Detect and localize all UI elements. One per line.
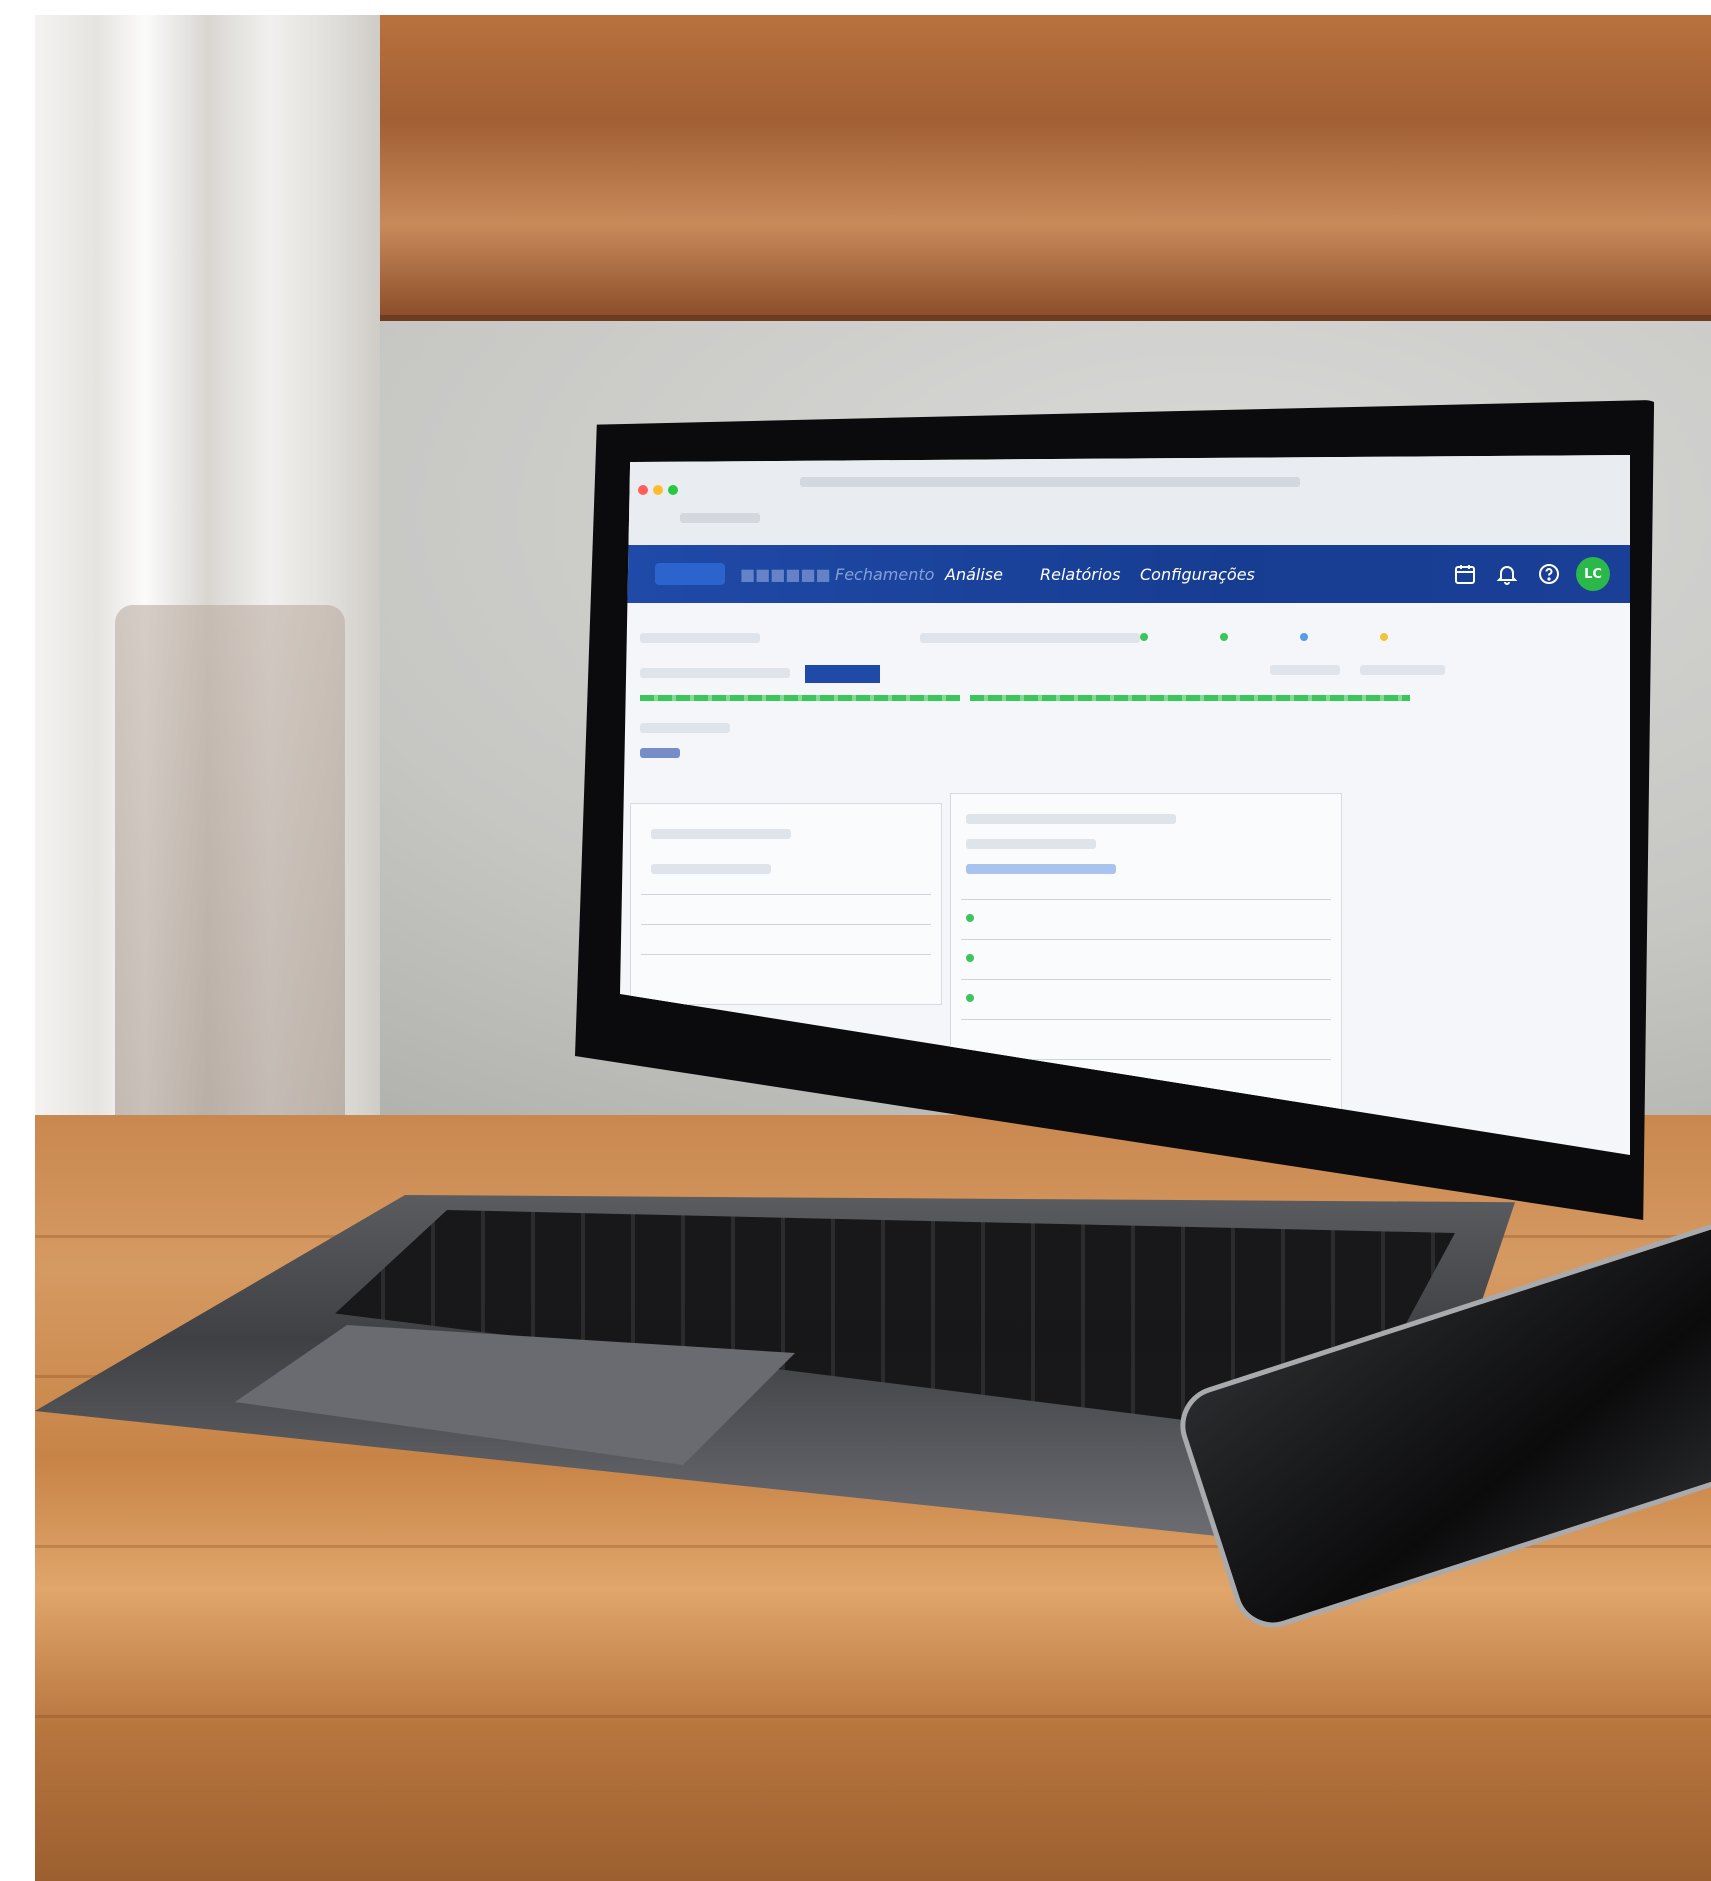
tab-active[interactable] <box>640 748 680 758</box>
text-blur <box>640 723 730 733</box>
table-divider <box>641 954 931 955</box>
close-window-icon[interactable] <box>638 485 648 495</box>
browser-tab[interactable] <box>680 513 760 523</box>
left-panel <box>630 803 942 1005</box>
browser-titlebar <box>620 455 1630 545</box>
wooden-shelf <box>375 15 1711 321</box>
text-blur <box>966 839 1096 849</box>
user-avatar[interactable]: LC <box>1576 557 1610 591</box>
app-logo <box>655 563 725 585</box>
nav-item-label: Fechamento <box>835 565 935 584</box>
help-icon[interactable] <box>1534 559 1564 589</box>
photo-scene: ■■■■■■ Fechamento Análise Relatórios Con… <box>35 15 1711 1881</box>
address-bar[interactable] <box>800 477 1300 487</box>
text-blur <box>651 829 791 839</box>
minimize-window-icon[interactable] <box>653 485 663 495</box>
row-status-dot <box>966 914 974 922</box>
table-divider <box>961 939 1331 940</box>
maximize-window-icon[interactable] <box>668 485 678 495</box>
primary-action-button[interactable] <box>805 665 880 683</box>
desk-grain <box>35 1715 1711 1718</box>
table-divider <box>641 894 931 895</box>
table-divider <box>641 924 931 925</box>
navbar-actions: LC <box>1450 557 1610 591</box>
status-dot <box>1140 633 1148 641</box>
status-dot <box>1220 633 1228 641</box>
nav-item-label: Configurações <box>1140 565 1255 584</box>
toolbar-button[interactable] <box>1360 665 1445 675</box>
chair <box>115 605 345 1145</box>
text-blur <box>920 633 1140 643</box>
row-status-dot <box>966 954 974 962</box>
table-divider <box>961 899 1331 900</box>
status-dot <box>1300 633 1308 641</box>
toolbar-button[interactable] <box>1270 665 1340 675</box>
nav-item-label: Análise <box>945 565 1003 584</box>
table-divider <box>961 979 1331 980</box>
text-blur <box>651 864 771 874</box>
app-navbar: ■■■■■■ Fechamento Análise Relatórios Con… <box>620 545 1630 603</box>
row-status-dot <box>966 994 974 1002</box>
nav-item-label: Relatórios <box>1040 565 1121 584</box>
progress-bar-right <box>970 695 1410 701</box>
table-divider <box>961 1019 1331 1020</box>
progress-bar-left <box>640 695 960 701</box>
bell-icon[interactable] <box>1492 559 1522 589</box>
calendar-icon[interactable] <box>1450 559 1480 589</box>
text-blur <box>640 633 760 643</box>
text-blur <box>966 814 1176 824</box>
link-blur[interactable] <box>966 864 1116 874</box>
nav-item-blurred[interactable]: ■■■■■■ <box>740 565 831 584</box>
text-blur <box>640 668 790 678</box>
status-dot <box>1380 633 1388 641</box>
